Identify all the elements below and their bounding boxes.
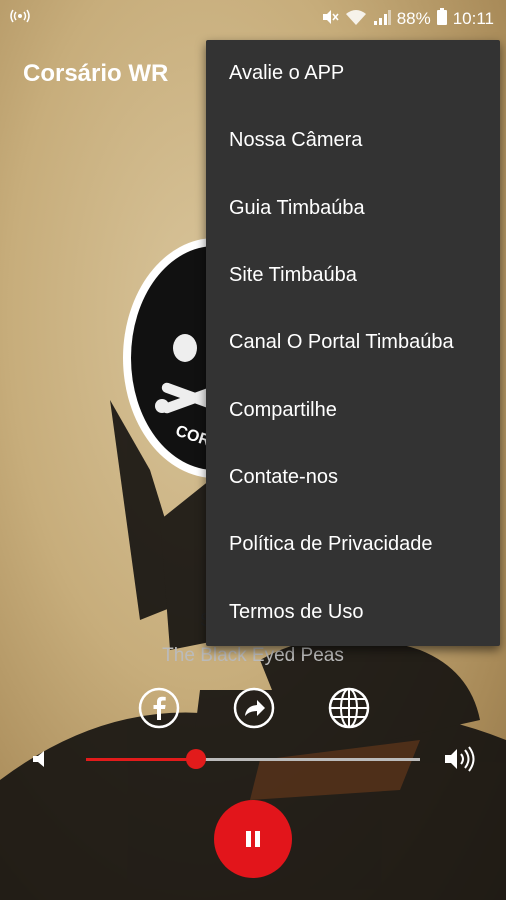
menu-item-terms[interactable]: Termos de Uso (206, 578, 500, 645)
menu-item-rate-app[interactable]: Avalie o APP (206, 40, 500, 107)
facebook-icon (138, 687, 180, 729)
overflow-menu: Avalie o APP Nossa Câmera Guia Timbaúba … (206, 40, 500, 646)
battery-icon (436, 8, 447, 30)
share-icon (233, 687, 275, 729)
website-button[interactable] (327, 686, 371, 730)
menu-item-privacy[interactable]: Política de Privacidade (206, 511, 500, 578)
app-title: Corsário WR (23, 60, 169, 87)
volume-slider-fill (86, 758, 197, 761)
clock: 10:11 (452, 9, 494, 28)
menu-item-contact[interactable]: Contate-nos (206, 444, 500, 511)
volume-low-icon[interactable] (30, 748, 52, 775)
pause-button[interactable] (214, 800, 292, 878)
mute-icon (321, 9, 339, 30)
status-bar: 88% 10:11 (0, 0, 506, 36)
cast-icon (10, 8, 30, 29)
menu-item-channel[interactable]: Canal O Portal Timbaúba (206, 309, 500, 376)
menu-item-camera[interactable]: Nossa Câmera (206, 107, 500, 174)
menu-item-site[interactable]: Site Timbaúba (206, 242, 500, 309)
wifi-icon (345, 9, 367, 30)
menu-item-share[interactable]: Compartilhe (206, 376, 500, 443)
pause-icon (246, 831, 260, 847)
volume-high-icon[interactable] (443, 746, 477, 777)
song-artist: The Black Eyed Peas (162, 645, 344, 666)
facebook-button[interactable] (137, 686, 181, 730)
menu-item-guide[interactable]: Guia Timbaúba (206, 175, 500, 242)
signal-icon (373, 9, 391, 30)
battery-level: 88% (396, 9, 431, 28)
globe-icon (328, 687, 370, 729)
volume-slider[interactable] (86, 749, 420, 769)
share-button[interactable] (232, 686, 276, 730)
